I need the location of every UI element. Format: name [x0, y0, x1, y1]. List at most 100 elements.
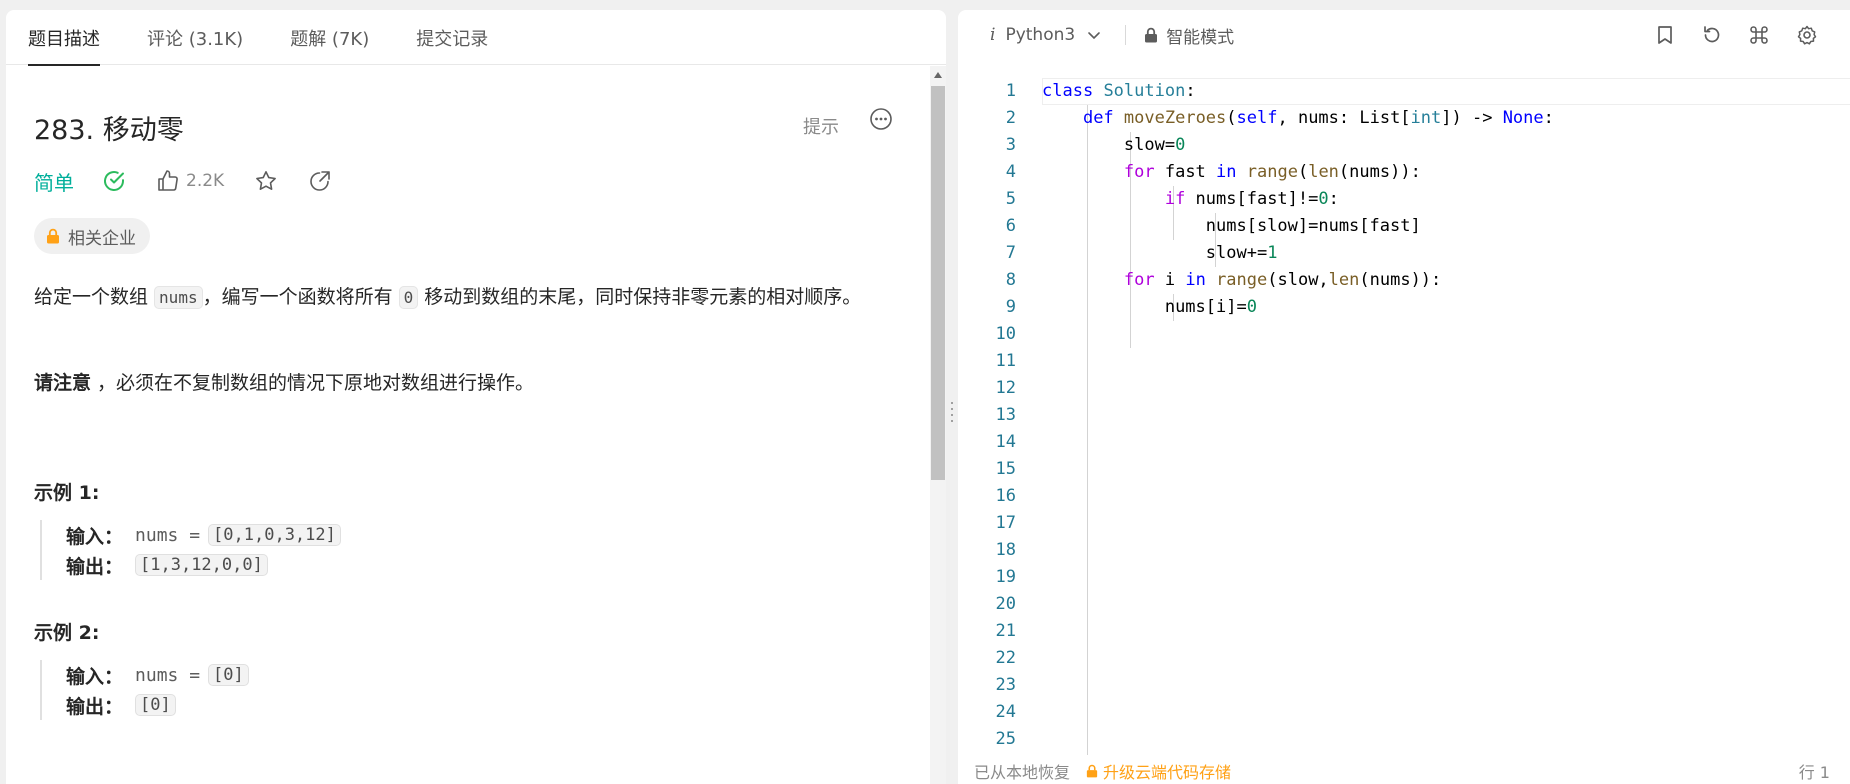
panel-resize-handle[interactable]	[946, 10, 958, 784]
code-token: moveZeroes	[1123, 108, 1227, 128]
smart-mode-button[interactable]: 智能模式	[1144, 23, 1234, 48]
code-token: fast	[1154, 162, 1217, 182]
line-number: 3	[1005, 135, 1016, 155]
code-token: in	[1216, 162, 1237, 182]
code-line: for i in range(slow,len(nums)):	[1042, 267, 1850, 294]
code-token: (	[1226, 108, 1237, 128]
code-token: int	[1410, 108, 1442, 128]
example-input-label: 输入：	[66, 665, 124, 688]
code-line: slow=0	[1042, 132, 1850, 159]
line-number: 25	[995, 729, 1016, 749]
line-number: 22	[995, 648, 1016, 668]
code-token: slow=	[1123, 135, 1176, 155]
example-1-block: 输入： nums = [0,1,0,3,12] 输出： [1,3,12,0,0]	[40, 520, 341, 580]
line-number: 19	[995, 567, 1016, 587]
line-number: 17	[995, 513, 1016, 533]
code-token: (nums)):	[1359, 270, 1442, 290]
line-number: 14	[995, 432, 1016, 452]
example-input-prefix: nums =	[135, 664, 201, 686]
line-number: 16	[995, 486, 1016, 506]
scrollbar-thumb[interactable]	[931, 86, 945, 480]
cursor-position: 行 1	[1798, 763, 1830, 782]
code-token: slow+=	[1205, 243, 1268, 263]
example-input-value: [0,1,0,3,12]	[208, 524, 341, 546]
code-token: i	[1154, 270, 1186, 290]
settings-gear-icon[interactable]	[1796, 24, 1818, 46]
problem-meta: 简单 2.2K	[34, 164, 362, 198]
line-number: 5	[1005, 189, 1016, 209]
like-button[interactable]: 2.2K	[156, 169, 224, 193]
code-token: ]) ->	[1441, 108, 1503, 128]
code-token: 0	[1175, 135, 1186, 155]
inline-code-zero: 0	[398, 286, 419, 309]
code-token: :	[1328, 189, 1339, 209]
problem-panel: 题目描述 评论 (3.1K) 题解 (7K) 提交记录 283. 移动零 提示 …	[6, 10, 946, 784]
example-output-label: 输出：	[66, 695, 124, 718]
line-number: 6	[1005, 216, 1016, 236]
related-companies-tag[interactable]: 相关企业	[34, 218, 150, 254]
code-token: range	[1216, 270, 1268, 290]
problem-description: 283. 移动零 提示 简单 2.2K 相关企业 给定一个数组 nums ，编写…	[6, 66, 930, 784]
editor-status-bar: 已从本地恢复 升级云端代码存储 行 1	[958, 758, 1850, 784]
smart-mode-label: 智能模式	[1166, 27, 1235, 48]
difficulty-badge: 简单	[34, 170, 74, 195]
code-token: 1	[1267, 243, 1278, 263]
code-token: if	[1164, 189, 1186, 209]
favorite-star-icon[interactable]	[254, 169, 278, 193]
code-token: def	[1082, 108, 1114, 128]
code-lines: class Solution: def moveZeroes(self, num…	[1042, 78, 1850, 321]
reset-code-icon[interactable]	[1701, 24, 1723, 46]
example-output-value: [0]	[135, 694, 176, 716]
code-line: class Solution:	[1042, 78, 1850, 105]
code-token: range	[1246, 162, 1298, 182]
example-output-value: [1,3,12,0,0]	[135, 554, 268, 576]
code-token: (nums)):	[1338, 162, 1421, 182]
scroll-up-arrow-icon[interactable]	[934, 72, 942, 78]
upgrade-label: 升级云端代码存储	[1103, 763, 1232, 782]
lock-icon	[1145, 27, 1158, 43]
example-input-label: 输入：	[66, 525, 124, 548]
code-token: in	[1185, 270, 1206, 290]
code-token: nums[slow]=nums[fast]	[1205, 216, 1421, 236]
line-number: 15	[995, 459, 1016, 479]
example-1-title: 示例 1:	[34, 482, 100, 504]
example-2-block: 输入： nums = [0] 输出： [0]	[40, 660, 249, 720]
toolbar-divider	[1125, 25, 1127, 45]
line-number: 20	[995, 594, 1016, 614]
code-token: None	[1502, 108, 1544, 128]
tab-description[interactable]: 题目描述	[28, 10, 100, 66]
tab-comments[interactable]: 评论 (3.1K)	[147, 10, 243, 65]
tab-solutions[interactable]: 题解 (7K)	[290, 10, 369, 65]
line-number: 4	[1005, 162, 1016, 182]
note-bold: 请注意	[34, 372, 92, 394]
share-icon[interactable]	[308, 169, 332, 193]
line-number: 10	[995, 324, 1016, 344]
like-count: 2.2K	[186, 171, 225, 191]
tab-submissions[interactable]: 提交记录	[416, 10, 488, 65]
line-number: 23	[995, 675, 1016, 695]
upgrade-cloud-storage-link[interactable]: 升级云端代码存储	[1086, 759, 1231, 783]
language-select[interactable]: i Python3	[990, 25, 1101, 45]
lock-icon	[1086, 764, 1098, 778]
line-number: 2	[1005, 108, 1016, 128]
line-number-gutter: 1 2 3 4 5 6 7 8 9 10 11 12 13 14 15 16 1…	[958, 78, 1016, 753]
info-icon: i	[990, 25, 996, 45]
code-token: (slow,	[1267, 270, 1329, 290]
code-editor[interactable]: 1 2 3 4 5 6 7 8 9 10 11 12 13 14 15 16 1…	[958, 78, 1850, 761]
more-options-icon[interactable]	[868, 106, 894, 132]
command-shortcuts-icon[interactable]	[1748, 24, 1770, 46]
code-token: 0	[1318, 189, 1329, 209]
code-token: :	[1185, 81, 1196, 101]
line-number: 1	[1005, 81, 1016, 101]
code-line: if nums[fast]!=0:	[1042, 186, 1850, 213]
related-companies-label: 相关企业	[68, 228, 136, 249]
solved-check-icon	[102, 169, 126, 193]
bookmark-icon[interactable]	[1654, 24, 1676, 46]
problem-tabs: 题目描述 评论 (3.1K) 题解 (7K) 提交记录	[6, 10, 946, 66]
example-input-prefix: nums =	[135, 524, 201, 546]
chevron-down-icon	[1088, 32, 1100, 40]
line-number: 11	[995, 351, 1016, 371]
hint-button[interactable]: 提示	[803, 113, 839, 139]
page-title: 283. 移动零	[34, 115, 184, 146]
description-scrollbar[interactable]	[930, 66, 946, 784]
